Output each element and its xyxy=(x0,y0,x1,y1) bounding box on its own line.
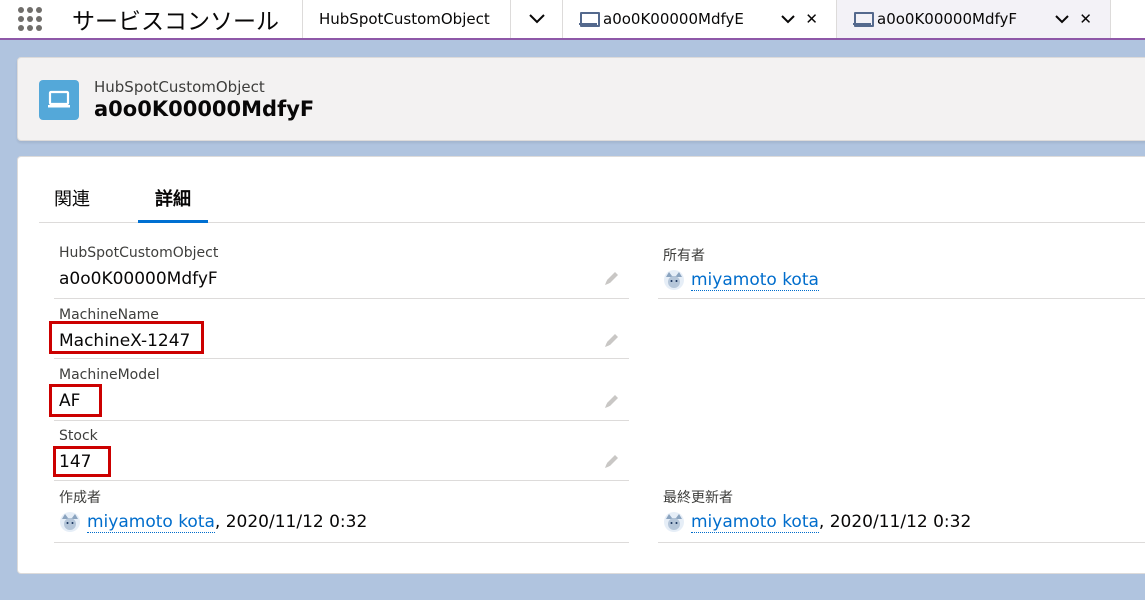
field-value: miyamoto kota , 2020/11/12 0:32 xyxy=(59,511,367,533)
tab-details[interactable]: 詳細 xyxy=(138,185,208,223)
chevron-down-icon xyxy=(528,14,545,24)
global-header: サービスコンソール HubSpotCustomObject a0o0K00000… xyxy=(0,0,1145,40)
field-label: MachineModel xyxy=(59,367,160,383)
tab-record-label: a0o0K00000MdfyE xyxy=(603,10,744,28)
field-value: a0o0K00000MdfyF xyxy=(59,269,218,289)
record-monitor-icon xyxy=(853,12,874,27)
record-type-icon xyxy=(39,80,79,120)
modified-by-user-link[interactable]: miyamoto kota xyxy=(691,512,819,533)
tab-object-home[interactable]: HubSpotCustomObject xyxy=(303,0,511,38)
edit-pencil-icon[interactable] xyxy=(602,268,622,288)
record-tabs: 関連 詳細 xyxy=(39,157,1145,223)
field-divider xyxy=(658,542,1145,543)
field-label: 作成者 xyxy=(59,490,101,506)
record-object-type: HubSpotCustomObject xyxy=(94,78,265,96)
chevron-down-icon[interactable] xyxy=(781,14,796,24)
field-divider xyxy=(54,542,629,543)
highlight-stock xyxy=(53,446,111,477)
created-date: , 2020/11/12 0:32 xyxy=(214,512,368,532)
field-divider xyxy=(658,298,1145,299)
field-divider xyxy=(54,420,629,421)
highlight-machine-name xyxy=(49,321,204,354)
modified-date: , 2020/11/12 0:32 xyxy=(818,512,972,532)
record-detail-card: 関連 詳細 HubSpotCustomObject a0o0K00000Mdfy… xyxy=(17,156,1145,574)
close-icon[interactable]: ✕ xyxy=(805,10,818,28)
tab-record-mdfye[interactable]: a0o0K00000MdfyE ✕ xyxy=(563,0,837,38)
nav-menu-button[interactable] xyxy=(511,0,563,38)
field-value: miyamoto kota xyxy=(663,269,819,291)
highlight-machine-model xyxy=(49,384,102,417)
edit-pencil-icon[interactable] xyxy=(602,451,622,471)
field-label: 所有者 xyxy=(663,248,705,264)
close-icon[interactable]: ✕ xyxy=(1079,10,1092,28)
app-launcher-icon xyxy=(18,7,42,31)
tab-record-label: a0o0K00000MdfyF xyxy=(877,10,1017,28)
app-name: サービスコンソール xyxy=(60,0,303,38)
record-title: a0o0K00000MdfyF xyxy=(94,97,315,121)
field-divider xyxy=(54,358,629,359)
field-divider xyxy=(54,298,629,299)
edit-pencil-icon[interactable] xyxy=(602,391,622,411)
user-avatar-icon xyxy=(664,512,684,532)
edit-pencil-icon[interactable] xyxy=(602,330,622,350)
chevron-down-icon[interactable] xyxy=(1055,14,1070,24)
record-header: HubSpotCustomObject a0o0K00000MdfyF xyxy=(17,57,1145,141)
field-label: 最終更新者 xyxy=(663,490,733,506)
record-monitor-icon xyxy=(579,12,600,27)
owner-user-link[interactable]: miyamoto kota xyxy=(691,270,819,291)
tab-record-mdfyf[interactable]: a0o0K00000MdfyF ✕ xyxy=(837,0,1111,38)
field-value: miyamoto kota , 2020/11/12 0:32 xyxy=(663,511,971,533)
tab-related[interactable]: 関連 xyxy=(54,185,90,211)
field-label: Stock xyxy=(59,428,98,444)
field-label: HubSpotCustomObject xyxy=(59,245,219,261)
created-by-user-link[interactable]: miyamoto kota xyxy=(87,512,215,533)
user-avatar-icon xyxy=(664,270,684,290)
field-divider xyxy=(54,480,629,481)
monitor-icon xyxy=(48,90,70,108)
user-avatar-icon xyxy=(60,512,80,532)
app-launcher-button[interactable] xyxy=(0,0,60,38)
